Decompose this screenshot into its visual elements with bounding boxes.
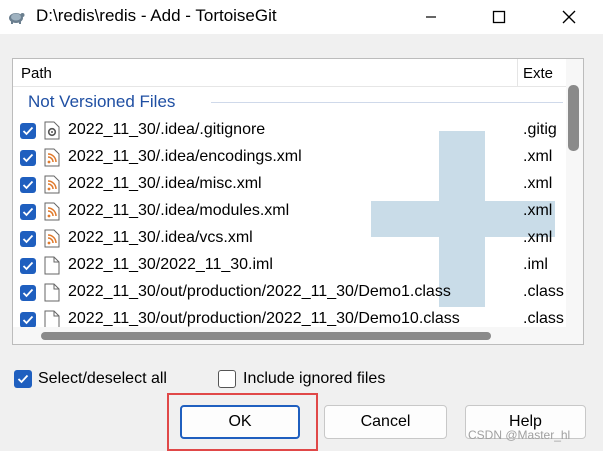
file-path: 2022_11_30/.idea/.gitignore bbox=[68, 121, 266, 138]
file-path: 2022_11_30/.idea/misc.xml bbox=[68, 175, 262, 192]
file-extension: .iml bbox=[523, 256, 548, 273]
column-separator[interactable] bbox=[517, 59, 518, 86]
file-path: 2022_11_30/.idea/modules.xml bbox=[68, 202, 290, 219]
file-row-checkbox[interactable] bbox=[20, 231, 36, 247]
file-extension: .class bbox=[523, 283, 564, 300]
file-path: 2022_11_30/.idea/vcs.xml bbox=[68, 229, 253, 246]
file-row-checkbox[interactable] bbox=[20, 285, 36, 301]
title-bar: D:\redis\redis - Add - TortoiseGit bbox=[0, 0, 603, 34]
horizontal-scroll-thumb[interactable] bbox=[41, 332, 491, 340]
file-row-checkbox[interactable] bbox=[20, 258, 36, 274]
group-divider bbox=[211, 102, 563, 103]
close-button[interactable] bbox=[546, 0, 592, 34]
check-icon bbox=[17, 374, 29, 384]
gear-file-icon bbox=[44, 121, 60, 140]
file-row[interactable]: 2022_11_30/.idea/vcs.xml .xml bbox=[13, 225, 566, 252]
close-icon bbox=[562, 10, 576, 24]
xml-file-icon bbox=[44, 229, 60, 248]
minimize-button[interactable] bbox=[408, 0, 454, 34]
file-extension: .xml bbox=[523, 202, 553, 219]
group-label-not-versioned: Not Versioned Files bbox=[28, 92, 176, 111]
cancel-button[interactable]: Cancel bbox=[324, 405, 447, 439]
file-extension: .xml bbox=[523, 229, 553, 246]
xml-file-icon bbox=[44, 175, 60, 194]
ok-button[interactable]: OK bbox=[180, 405, 300, 439]
file-row[interactable]: 2022_11_30/.idea/misc.xml .xml bbox=[13, 171, 566, 198]
file-path: 2022_11_30/out/production/2022_11_30/Dem… bbox=[68, 310, 460, 327]
file-row-checkbox[interactable] bbox=[20, 177, 36, 193]
blank-file-icon bbox=[44, 283, 60, 302]
column-header-extension[interactable]: Exte bbox=[523, 65, 553, 82]
select-all-checkbox[interactable] bbox=[14, 370, 32, 388]
file-row[interactable]: 2022_11_30/out/production/2022_11_30/Dem… bbox=[13, 279, 566, 306]
window-title: D:\redis\redis - Add - TortoiseGit bbox=[36, 6, 277, 25]
blank-file-icon bbox=[44, 256, 60, 275]
xml-file-icon bbox=[44, 148, 60, 167]
maximize-button[interactable] bbox=[476, 0, 522, 34]
file-list[interactable]: Path Exte Not Versioned Files 2022_11_30… bbox=[12, 58, 584, 345]
tortoise-icon bbox=[9, 13, 25, 24]
minimize-icon bbox=[426, 16, 436, 18]
file-path: 2022_11_30/out/production/2022_11_30/Dem… bbox=[68, 283, 451, 300]
file-extension: .class bbox=[523, 310, 564, 327]
file-row[interactable]: 2022_11_30/.idea/modules.xml .xml bbox=[13, 198, 566, 225]
file-row-checkbox[interactable] bbox=[20, 150, 36, 166]
file-path: 2022_11_30/2022_11_30.iml bbox=[68, 256, 273, 273]
file-path: 2022_11_30/.idea/encodings.xml bbox=[68, 148, 302, 165]
list-header: Path Exte bbox=[13, 59, 583, 87]
file-row[interactable]: 2022_11_30/2022_11_30.iml .iml bbox=[13, 252, 566, 279]
file-extension: .xml bbox=[523, 148, 553, 165]
file-row[interactable]: 2022_11_30/.idea/encodings.xml .xml bbox=[13, 144, 566, 171]
maximize-icon bbox=[492, 10, 506, 24]
include-ignored-checkbox[interactable] bbox=[218, 370, 236, 388]
file-extension: .xml bbox=[523, 175, 553, 192]
include-ignored-label[interactable]: Include ignored files bbox=[243, 370, 385, 388]
xml-file-icon bbox=[44, 202, 60, 221]
file-row[interactable]: 2022_11_30/.idea/.gitignore .gitig bbox=[13, 117, 566, 144]
vertical-scroll-thumb[interactable] bbox=[568, 85, 579, 151]
csdn-watermark: CSDN @Master_hl bbox=[468, 428, 571, 442]
file-row-checkbox[interactable] bbox=[20, 123, 36, 139]
file-extension: .gitig bbox=[523, 121, 557, 138]
select-all-label[interactable]: Select/deselect all bbox=[38, 370, 167, 388]
file-row-checkbox[interactable] bbox=[20, 204, 36, 220]
column-header-path[interactable]: Path bbox=[21, 65, 52, 82]
file-row-checkbox[interactable] bbox=[20, 312, 36, 328]
